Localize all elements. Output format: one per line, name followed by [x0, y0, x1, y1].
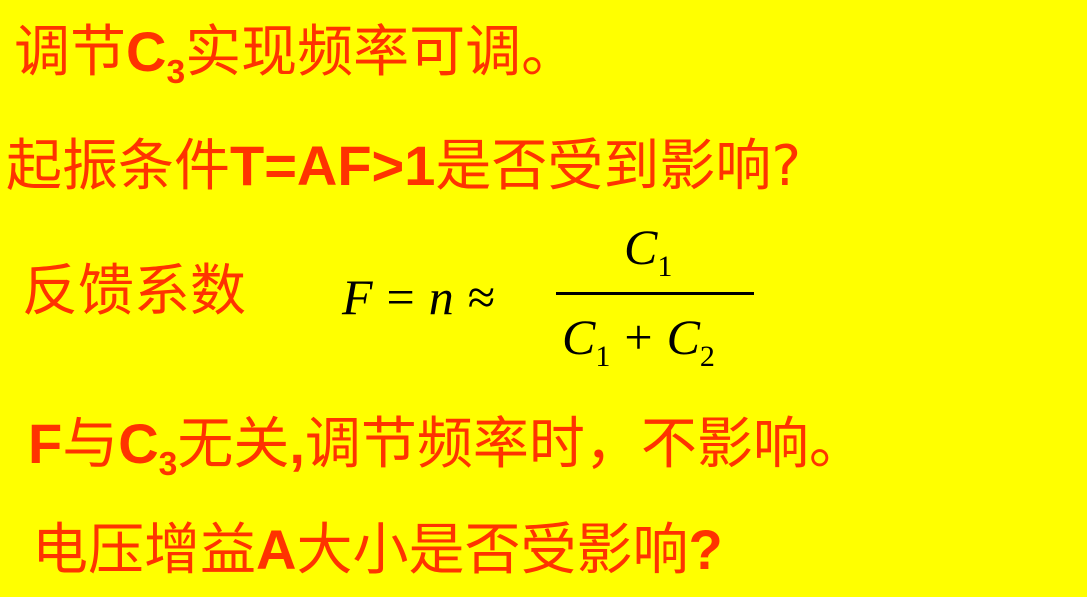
formula-eq: =	[386, 269, 415, 325]
line4-c-sub: 3	[158, 445, 178, 483]
formula-num-C: C	[624, 219, 658, 275]
line1-text-a: 调节	[14, 20, 126, 85]
line2-text-a: 起振条件	[6, 134, 230, 199]
formula-n: n	[428, 269, 454, 325]
line4-F: F	[28, 412, 63, 475]
formula-plus: +	[624, 309, 653, 365]
formula-approx: ≈	[467, 269, 496, 325]
feedback-formula: F = n ≈ C1 C1 + C2	[342, 218, 762, 388]
line-tune-c3: 调节C3实现频率可调。	[14, 24, 577, 90]
line2-condition: T=AF>1	[230, 134, 436, 197]
line1-c-sub: 3	[166, 53, 186, 91]
slide: 调节C3实现频率可调。 起振条件T=AF>1是否受到影响? 反馈系数 F = n ≈ …	[0, 0, 1087, 597]
formula-num-sub: 1	[657, 250, 673, 283]
line1-c: C	[126, 20, 167, 83]
line4-text-f: 调节频率时，不影响。	[304, 412, 865, 477]
formula-den-sub2: 2	[699, 340, 715, 373]
line5-A: A	[256, 518, 297, 581]
formula-numerator: C1	[624, 218, 672, 283]
formula-lhs: F = n ≈	[342, 268, 495, 326]
formula-denominator: C1 + C2	[562, 308, 715, 373]
line5-text-a: 电压增益	[32, 518, 256, 583]
line-oscillation-condition: 起振条件T=AF>1是否受到影响?	[6, 138, 801, 195]
line4-text-d: 无关	[177, 412, 290, 477]
formula-fraction-bar	[556, 292, 754, 295]
line4-text-b: 与	[62, 412, 119, 477]
line3-label: 反馈系数	[22, 259, 246, 324]
formula-den-C2: C	[666, 309, 700, 365]
line5-question-mark: ?	[688, 518, 723, 581]
line-f-independent-of-c3: F与C3无关,调节频率时，不影响。	[28, 416, 865, 482]
line5-text-c: 大小是否受影响	[296, 518, 689, 583]
line4-comma: ,	[289, 412, 305, 475]
formula-den-C1: C	[562, 309, 596, 365]
line2-text-c: 是否受到影响?	[435, 134, 802, 199]
formula-den-sub1: 1	[595, 340, 611, 373]
formula-F: F	[342, 269, 373, 325]
line4-c: C	[118, 412, 159, 475]
line-feedback-coefficient: 反馈系数	[22, 264, 246, 320]
line1-text-c: 实现频率可调。	[185, 20, 578, 85]
line-voltage-gain-question: 电压增益A大小是否受影响?	[32, 522, 723, 579]
